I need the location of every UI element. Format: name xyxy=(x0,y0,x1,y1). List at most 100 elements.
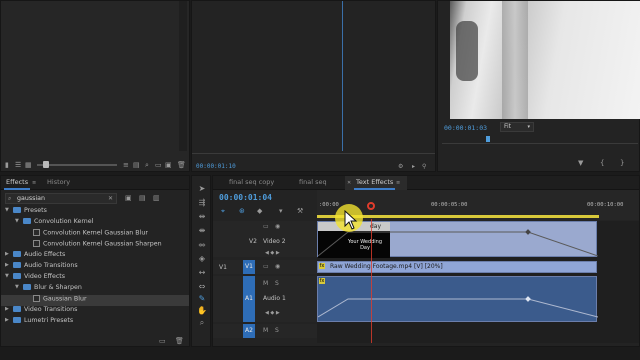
list-view-icon[interactable]: ☰ xyxy=(15,161,21,169)
expand-triangle-open-icon[interactable]: ▼ xyxy=(5,273,13,279)
folder-icon xyxy=(13,273,21,279)
effect-icon xyxy=(33,229,40,236)
audio-clip[interactable]: fx xyxy=(317,276,598,323)
tab-final-seq[interactable]: final seq xyxy=(299,178,327,186)
new-bin-icon[interactable]: ▭ xyxy=(155,161,162,169)
mark-out-icon[interactable]: } xyxy=(620,159,624,167)
new-bin-icon[interactable]: ▭ xyxy=(159,337,166,345)
tab-text-effects[interactable]: Text Effects xyxy=(353,178,396,190)
slip-tool-icon[interactable]: ↔ xyxy=(196,268,208,278)
lock-icon[interactable]: ▮ xyxy=(5,161,9,169)
close-icon[interactable]: ✕ xyxy=(347,179,351,187)
sync-lock-icon[interactable]: ▭ xyxy=(263,263,269,271)
effects-item[interactable]: Convolution Kernel Gaussian Blur xyxy=(1,229,189,240)
expand-triangle-open-icon[interactable]: ▼ xyxy=(15,218,23,224)
timeline-marker-icon[interactable]: ▾ xyxy=(279,207,283,215)
effects-item[interactable]: Gaussian Blur xyxy=(1,295,189,306)
zoom-select[interactable]: Fit ▾ xyxy=(500,122,534,132)
slide-tool-icon[interactable]: ⇔ xyxy=(196,282,208,292)
32bit-effects-icon[interactable]: ▤ xyxy=(139,194,146,202)
scrollbar[interactable] xyxy=(179,1,187,151)
zoom-tool-icon[interactable]: ⌕ xyxy=(196,318,208,328)
mark-in-icon[interactable]: { xyxy=(600,159,604,167)
track-target-a1[interactable]: A1 xyxy=(243,276,255,322)
tab-history[interactable]: History xyxy=(47,178,70,186)
pen-tool-icon[interactable]: ✎ xyxy=(196,294,208,304)
hand-tool-icon[interactable]: ✋ xyxy=(196,306,208,316)
export-frame-icon[interactable]: ▸ xyxy=(412,163,415,171)
track-select-tool-icon[interactable]: ⇶ xyxy=(196,198,208,208)
marker-icon[interactable]: ▼ xyxy=(578,159,583,167)
expand-triangle-closed-icon[interactable]: ▶ xyxy=(5,262,13,268)
track-target-v1[interactable]: V1 xyxy=(243,260,255,274)
automate-icon[interactable]: ▤ xyxy=(133,161,140,169)
settings-icon[interactable]: ⚲ xyxy=(422,163,426,171)
tab-final-seq-copy[interactable]: final seq copy xyxy=(229,178,274,186)
add-marker-icon[interactable]: ◆ xyxy=(257,207,262,215)
zoom-slider[interactable] xyxy=(37,161,117,168)
effects-folder[interactable]: ▼ Convolution Kernel xyxy=(1,218,189,229)
sync-lock-icon[interactable]: ▭ xyxy=(263,223,269,231)
expand-triangle-closed-icon[interactable]: ▶ xyxy=(5,317,13,323)
effects-folder[interactable]: ▼ Blur & Sharpen xyxy=(1,284,189,295)
rolling-edit-tool-icon[interactable]: ⇼ xyxy=(196,226,208,236)
eye-icon[interactable]: ◉ xyxy=(275,263,280,271)
trash-icon[interactable]: 🗑 xyxy=(175,337,184,345)
trash-icon[interactable]: 🗑 xyxy=(177,161,186,169)
effects-item[interactable]: Convolution Kernel Gaussian Sharpen xyxy=(1,240,189,251)
eye-icon[interactable]: ◉ xyxy=(275,223,280,231)
clear-search-icon[interactable]: ✕ xyxy=(108,195,113,203)
keyframe-nav-icon[interactable]: ◀ ◆ ▶ xyxy=(265,309,280,317)
yuv-effects-icon[interactable]: ▥ xyxy=(153,194,160,202)
expand-triangle-open-icon[interactable]: ▼ xyxy=(15,284,23,290)
expand-triangle-closed-icon[interactable]: ▶ xyxy=(5,306,13,312)
playhead-line[interactable] xyxy=(371,219,372,343)
menu-icon[interactable]: ≡ xyxy=(396,179,400,187)
tab-effects[interactable]: Effects xyxy=(3,178,31,190)
program-timecode[interactable]: 00:00:01:03 xyxy=(444,124,487,132)
selection-tool-icon[interactable]: ➤ xyxy=(196,184,208,194)
program-playhead[interactable] xyxy=(486,136,490,142)
playhead-marker[interactable] xyxy=(367,202,375,210)
icon-view-icon[interactable]: ▦ xyxy=(25,161,32,169)
video-clip[interactable]: fx Raw Wedding Footage.mp4 [V] [20%] xyxy=(317,261,597,273)
accelerated-effects-icon[interactable]: ▣ xyxy=(125,194,132,202)
status-bar xyxy=(0,348,640,360)
timeline-timecode[interactable]: 00:00:01:04 xyxy=(219,193,272,202)
tree-item-label: Video Transitions xyxy=(24,306,78,313)
source-timecode[interactable]: 00:00:01:10 xyxy=(196,163,236,170)
ripple-edit-tool-icon[interactable]: ⇹ xyxy=(196,212,208,222)
snap-icon[interactable]: ⌖ xyxy=(221,207,225,215)
wrench-icon[interactable]: ⚙ xyxy=(398,163,403,171)
effects-folder[interactable]: ▶ Audio Transitions xyxy=(1,262,189,273)
expand-triangle-closed-icon[interactable]: ▶ xyxy=(5,251,13,257)
keyframe-nav-icon[interactable]: ◀ ◆ ▶ xyxy=(265,249,280,257)
expand-triangle-open-icon[interactable]: ▼ xyxy=(5,207,13,213)
mute-icon[interactable]: M xyxy=(263,327,268,335)
find-icon[interactable]: ⌕ xyxy=(145,161,149,169)
solo-icon[interactable]: S xyxy=(275,327,279,335)
program-mini-ruler[interactable] xyxy=(442,136,638,144)
search-input[interactable]: gaussian xyxy=(17,195,45,202)
wrench-icon[interactable]: ⚒ xyxy=(297,207,303,215)
effects-folder[interactable]: ▶ Video Transitions xyxy=(1,306,189,317)
effects-folder[interactable]: ▼ Presets xyxy=(1,207,189,218)
time-ruler[interactable]: :00:00 00:00:05:00 00:00:10:00 xyxy=(317,190,639,220)
mute-icon[interactable]: M xyxy=(263,280,268,288)
razor-tool-icon[interactable]: ◈ xyxy=(196,254,208,264)
zoom-slider-handle[interactable] xyxy=(43,161,49,168)
effects-search-box[interactable]: ⌕ gaussian ✕ xyxy=(5,193,117,204)
effects-folder[interactable]: ▶ Lumetri Presets xyxy=(1,317,189,328)
rate-stretch-tool-icon[interactable]: ⤄ xyxy=(196,240,208,250)
track-target-a2[interactable]: A2 xyxy=(243,324,255,338)
solo-icon[interactable]: S xyxy=(275,280,279,288)
sort-icon[interactable]: ≡ xyxy=(123,161,129,169)
new-item-icon[interactable]: ▣ xyxy=(165,161,172,169)
opacity-keyframe-line[interactable] xyxy=(318,222,598,258)
project-panel: ▮ ☰ ▦ ≡ ▤ ⌕ ▭ ▣ 🗑 xyxy=(0,0,190,172)
effects-folder[interactable]: ▼ Video Effects xyxy=(1,273,189,284)
menu-icon[interactable]: ≡ xyxy=(32,179,36,187)
volume-keyframe-line[interactable] xyxy=(318,277,598,323)
effects-folder[interactable]: ▶ Audio Effects xyxy=(1,251,189,262)
linked-selection-icon[interactable]: ⊛ xyxy=(239,207,245,215)
